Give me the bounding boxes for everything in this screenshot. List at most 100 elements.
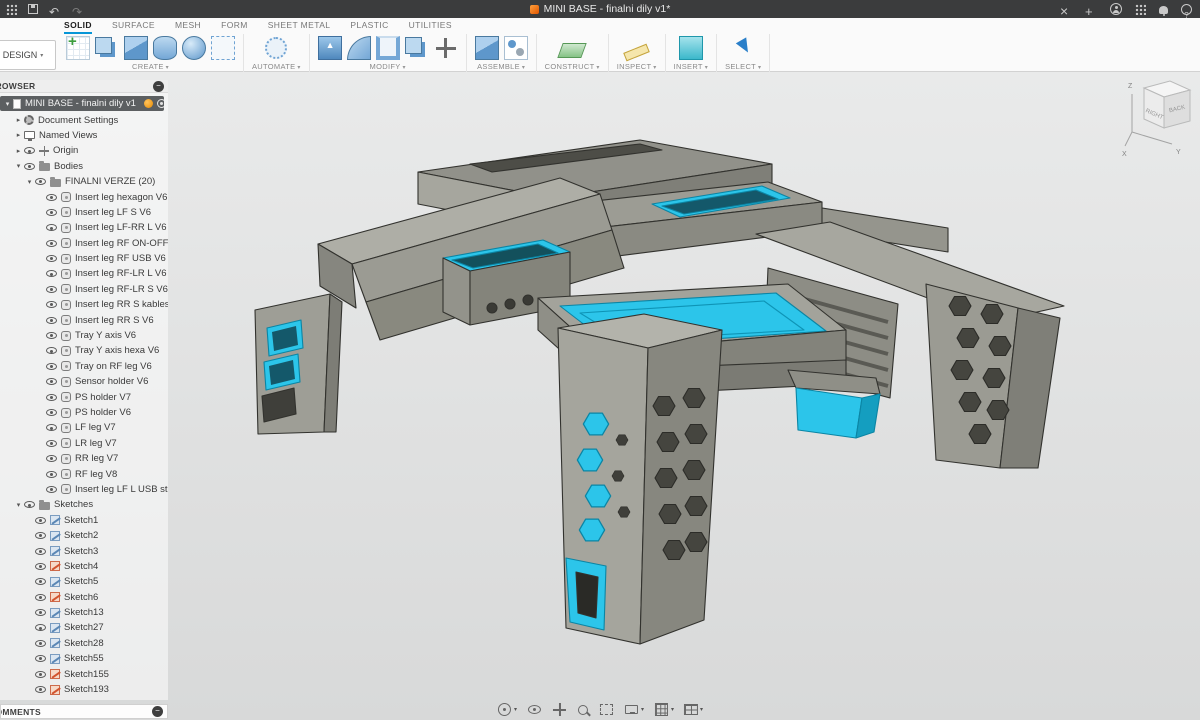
visibility-eye-icon[interactable] (35, 686, 46, 693)
browser-item-tray-on-rf-leg-v6[interactable]: Tray on RF leg V6 (0, 359, 168, 374)
browser-item-sketch13[interactable]: Sketch13 (0, 605, 168, 620)
group-label-construct[interactable]: CONSTRUCT (545, 62, 600, 71)
visibility-eye-icon[interactable] (35, 563, 46, 570)
visibility-eye-icon[interactable] (35, 178, 46, 185)
visibility-eye-icon[interactable] (35, 655, 46, 662)
fillet-icon[interactable] (347, 36, 371, 60)
visibility-eye-icon[interactable] (46, 486, 57, 493)
browser-item-named-views[interactable]: ▸Named Views (0, 128, 168, 143)
grid-snaps-button[interactable]: ▾ (654, 702, 674, 717)
redo-icon[interactable] (72, 3, 84, 15)
visibility-eye-icon[interactable] (24, 501, 35, 508)
apps-icon[interactable] (1135, 4, 1146, 15)
pattern-icon[interactable] (211, 36, 235, 60)
visibility-eye-icon[interactable] (46, 332, 57, 339)
group-label-insert[interactable]: INSERT (674, 62, 708, 71)
visibility-eye-icon[interactable] (46, 363, 57, 370)
visibility-eye-icon[interactable] (35, 548, 46, 555)
visibility-eye-icon[interactable] (46, 209, 57, 216)
browser-item-sketch55[interactable]: Sketch55 (0, 651, 168, 666)
viewport-canvas[interactable] (0, 72, 1200, 720)
browser-item-tray-y-axis-v6[interactable]: Tray Y axis V6 (0, 328, 168, 343)
model-geometry[interactable] (255, 140, 1064, 644)
construction-plane-icon[interactable] (557, 43, 586, 58)
browser-item-sketch28[interactable]: Sketch28 (0, 636, 168, 651)
browser-item-insert-leg-rf-usb-v6[interactable]: Insert leg RF USB V6 (0, 251, 168, 266)
browser-item-sketch3[interactable]: Sketch3 (0, 543, 168, 558)
shell-icon[interactable] (376, 36, 400, 60)
tab-surface[interactable]: SURFACE (112, 18, 155, 34)
tab-solid[interactable]: SOLID (64, 18, 92, 34)
tab-sheet-metal[interactable]: SHEET METAL (268, 18, 331, 34)
workspace-selector[interactable]: DESIGN (0, 40, 56, 70)
expand-arrow-icon[interactable]: ▾ (14, 162, 23, 170)
tab-mesh[interactable]: MESH (175, 18, 201, 34)
add-tab-icon[interactable] (1085, 3, 1097, 15)
group-label-select[interactable]: SELECT (725, 62, 761, 71)
browser-item-insert-leg-rf-on-off-v7[interactable]: Insert leg RF ON-OFF V7 (0, 236, 168, 251)
document-tab[interactable]: MINI BASE - finalni dily v1* (300, 0, 900, 18)
configure-icon[interactable] (265, 37, 287, 59)
visibility-eye-icon[interactable] (35, 609, 46, 616)
cylinder-icon[interactable] (153, 36, 177, 60)
browser-item-sketch4[interactable]: Sketch4 (0, 559, 168, 574)
browser-item-ps-holder-v6[interactable]: PS holder V6 (0, 405, 168, 420)
joint-icon[interactable] (504, 36, 528, 60)
browser-item-insert-leg-rf-lr-s-v6[interactable]: Insert leg RF-LR S V6 (0, 282, 168, 297)
comments-panel[interactable]: COMMENTS − (0, 704, 168, 719)
browser-item-sketch6[interactable]: Sketch6 (0, 590, 168, 605)
visibility-eye-icon[interactable] (46, 194, 57, 201)
press-pull-icon[interactable] (318, 36, 342, 60)
measure-icon[interactable] (623, 43, 650, 61)
comments-expand-button[interactable]: − (152, 706, 163, 717)
new-component-icon[interactable] (95, 37, 112, 54)
visibility-eye-icon[interactable] (46, 286, 57, 293)
visibility-eye-icon[interactable] (24, 163, 35, 170)
visibility-eye-icon[interactable] (46, 224, 57, 231)
save-icon[interactable] (28, 4, 38, 14)
browser-root-item[interactable]: ▾MINI BASE - finalni dily v1 (0, 96, 164, 111)
assemble-component-icon[interactable] (475, 36, 499, 60)
browser-item-rr-leg-v7[interactable]: RR leg V7 (0, 451, 168, 466)
browser-item-sketch27[interactable]: Sketch27 (0, 620, 168, 635)
visibility-eye-icon[interactable] (35, 578, 46, 585)
visibility-eye-icon[interactable] (46, 270, 57, 277)
group-label-automate[interactable]: AUTOMATE (252, 62, 301, 71)
browser-item-lr-leg-v7[interactable]: LR leg V7 (0, 436, 168, 451)
visibility-eye-icon[interactable] (35, 532, 46, 539)
visibility-eye-icon[interactable] (46, 394, 57, 401)
tab-form[interactable]: FORM (221, 18, 248, 34)
sphere-icon[interactable] (182, 36, 206, 60)
browser-item-rf-leg-v8[interactable]: RF leg V8 (0, 466, 168, 481)
look-at-button[interactable] (527, 702, 542, 717)
zoom-button[interactable] (577, 704, 589, 716)
app-grid-icon[interactable] (6, 4, 17, 15)
browser-item-insert-leg-hexagon-v6[interactable]: Insert leg hexagon V6 (0, 189, 168, 204)
browser-item-sketches[interactable]: ▾Sketches (0, 497, 168, 512)
browser-item-sketch2[interactable]: Sketch2 (0, 528, 168, 543)
model-3d[interactable] (0, 72, 1200, 720)
visibility-eye-icon[interactable] (46, 440, 57, 447)
viewcube[interactable]: RIGHT BACK Z X Y (1122, 76, 1196, 167)
visibility-eye-icon[interactable] (46, 240, 57, 247)
visibility-eye-icon[interactable] (46, 455, 57, 462)
browser-item-insert-leg-lf-s-v6[interactable]: Insert leg LF S V6 (0, 205, 168, 220)
browser-item-insert-leg-lf-l-usb-storage-[interactable]: Insert leg LF L USB storage... (0, 482, 168, 497)
visibility-eye-icon[interactable] (35, 624, 46, 631)
browser-item-tray-y-axis-hexa-v6[interactable]: Tray Y axis hexa V6 (0, 343, 168, 358)
browser-item-insert-leg-lf-rr-l-v6[interactable]: Insert leg LF-RR L V6 (0, 220, 168, 235)
browser-item-sketch193[interactable]: Sketch193 (0, 682, 168, 697)
browser-item-sketch155[interactable]: Sketch155 (0, 666, 168, 681)
group-label-create[interactable]: CREATE (132, 62, 169, 71)
visibility-eye-icon[interactable] (46, 424, 57, 431)
browser-collapse-button[interactable]: − (153, 81, 164, 92)
browser-item-sketch5[interactable]: Sketch5 (0, 574, 168, 589)
expand-arrow-icon[interactable]: ▸ (14, 131, 23, 139)
help-icon[interactable] (1181, 4, 1192, 15)
expand-arrow-icon[interactable]: ▸ (14, 147, 23, 155)
select-icon[interactable] (731, 36, 755, 60)
browser-item-lf-leg-v7[interactable]: LF leg V7 (0, 420, 168, 435)
browser-item-insert-leg-rr-s-kables-v6[interactable]: Insert leg RR S kables V6 (0, 297, 168, 312)
tab-utilities[interactable]: UTILITIES (409, 18, 452, 34)
visibility-eye-icon[interactable] (35, 517, 46, 524)
